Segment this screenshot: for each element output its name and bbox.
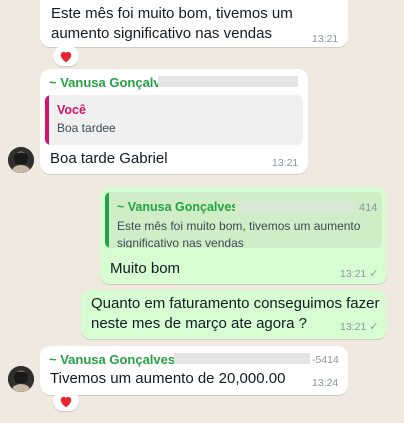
message-text: Tivemos um aumento de 20,000.00	[50, 370, 286, 387]
sent-check-icon: ✓	[369, 321, 379, 333]
message-time-status: 13:21 ✓	[340, 320, 379, 333]
heart-icon	[60, 51, 72, 62]
avatar-photo-icon	[8, 366, 34, 392]
avatar-photo-icon	[8, 147, 34, 173]
avatar[interactable]	[8, 366, 34, 392]
sent-check-icon: ✓	[369, 268, 379, 280]
message-bubble-outgoing[interactable]: ~ Vanusa Gonçalves 414 Este mês foi muit…	[100, 187, 387, 284]
message-bubble-outgoing[interactable]: Quanto em faturamento conseguimos fazer …	[81, 290, 387, 339]
quote-author: ~ Vanusa Gonçalves	[117, 200, 239, 214]
quote-accent-bar	[105, 192, 109, 248]
message-time: 13:24	[312, 377, 339, 389]
quoted-message[interactable]: Você Boa tardee	[45, 95, 303, 145]
quote-accent-bar	[45, 95, 49, 145]
avatar[interactable]	[8, 147, 34, 173]
chat-area: Este mês foi muito bom, tivemos um aumen…	[0, 0, 404, 423]
message-time-status: 13:21 ✓	[340, 267, 379, 280]
sender-name: ~ Vanusa Gonçalv	[49, 75, 161, 90]
sender-name: ~ Vanusa Gonçalves	[49, 352, 176, 367]
message-text: Muito bom	[110, 260, 181, 277]
redacted-sender	[174, 353, 310, 364]
message-time: 13:21	[312, 33, 339, 45]
reaction-heart[interactable]	[53, 391, 79, 411]
message-text: Quanto em faturamento conseguimos fazer …	[91, 295, 380, 332]
message-time: 13:21	[340, 321, 367, 333]
quote-text: Boa tardee	[57, 121, 116, 135]
message-time: 13:21	[272, 157, 299, 169]
message-time: 13:21	[340, 268, 367, 280]
reaction-heart[interactable]	[53, 46, 79, 66]
quote-author-suffix: 414	[359, 202, 378, 214]
heart-icon	[60, 396, 72, 407]
message-bubble-incoming[interactable]: ~ Vanusa Gonçalv Você Boa tardee Boa tar…	[40, 69, 308, 174]
message-text: Boa tarde Gabriel	[50, 150, 168, 167]
quote-text: Este mês foi muito bom, tivemos um aumen…	[117, 219, 361, 248]
sender-number-suffix: -5414	[312, 354, 339, 366]
redacted-sender	[235, 201, 355, 212]
quote-author: Você	[57, 103, 86, 117]
quoted-message[interactable]: ~ Vanusa Gonçalves 414 Este mês foi muit…	[105, 192, 382, 248]
message-text: Este mês foi muito bom, tivemos um aumen…	[51, 5, 293, 42]
message-bubble-incoming[interactable]: Este mês foi muito bom, tivemos um aumen…	[40, 0, 348, 47]
redacted-sender	[158, 76, 298, 87]
message-bubble-incoming[interactable]: ~ Vanusa Gonçalves -5414 Tivemos um aume…	[40, 346, 348, 395]
